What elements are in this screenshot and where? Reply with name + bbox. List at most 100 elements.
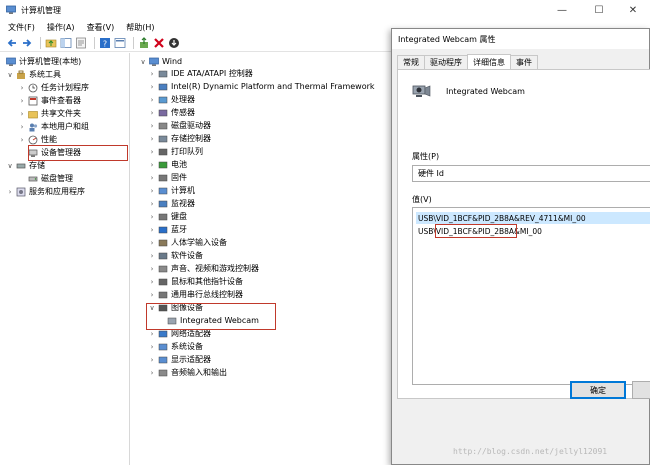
chevron-right-icon[interactable]: › xyxy=(148,122,156,130)
menu-action[interactable]: 操作(A) xyxy=(47,22,75,33)
device-category[interactable]: › 人体学输入设备 xyxy=(148,236,227,249)
storage-icon xyxy=(16,163,26,168)
show-hide-tree-icon[interactable] xyxy=(60,37,72,49)
chevron-right-icon[interactable]: › xyxy=(148,356,156,364)
device-category[interactable]: › Intel(R) Dynamic Platform and Thermal F… xyxy=(148,80,375,93)
chevron-right-icon[interactable]: › xyxy=(148,343,156,351)
chevron-right-icon[interactable]: › xyxy=(148,265,156,273)
device-category[interactable]: › 电池 xyxy=(148,158,187,171)
properties-icon[interactable] xyxy=(75,37,87,49)
chevron-right-icon[interactable]: › xyxy=(148,200,156,208)
close-button[interactable]: ✕ xyxy=(616,0,650,20)
tree-item-local-users-groups[interactable]: › 本地用户和组 xyxy=(18,120,89,133)
scan-download-icon[interactable] xyxy=(168,37,180,49)
tree-item-event-viewer[interactable]: › 事件查看器 xyxy=(18,94,81,107)
cancel-button-partial[interactable] xyxy=(632,381,650,399)
chevron-down-icon[interactable]: ∨ xyxy=(6,71,14,79)
chevron-right-icon[interactable]: › xyxy=(148,330,156,338)
tab-driver[interactable]: 驱动程序 xyxy=(424,55,468,69)
chevron-right-icon[interactable]: › xyxy=(148,135,156,143)
forward-arrow-icon[interactable] xyxy=(21,37,33,49)
chevron-right-icon[interactable]: › xyxy=(148,252,156,260)
performance-icon xyxy=(28,135,38,144)
tree-item-system-tools[interactable]: ∨ 系统工具 xyxy=(6,68,61,81)
computer-management-icon xyxy=(6,57,16,66)
menu-file[interactable]: 文件(F) xyxy=(8,22,35,33)
device-category[interactable]: › 打印队列 xyxy=(148,145,203,158)
maximize-button[interactable]: ☐ xyxy=(582,0,616,20)
services-icon xyxy=(16,187,26,196)
chevron-down-icon[interactable]: ∨ xyxy=(139,58,147,66)
chevron-right-icon[interactable]: › xyxy=(148,83,156,91)
chevron-right-icon[interactable]: › xyxy=(148,226,156,234)
tree-item-shared-folders[interactable]: › 共享文件夹 xyxy=(18,107,81,120)
tree-item-disk-management[interactable]: 磁盘管理 xyxy=(28,172,73,185)
disk-icon xyxy=(28,176,38,181)
view-icon[interactable] xyxy=(114,37,126,49)
property-select[interactable]: 硬件 Id xyxy=(412,165,650,182)
uninstall-icon[interactable] xyxy=(153,37,165,49)
chevron-right-icon[interactable]: › xyxy=(18,136,26,144)
chevron-right-icon[interactable]: › xyxy=(148,369,156,377)
device-category[interactable]: › IDE ATA/ATAPI 控制器 xyxy=(148,67,253,80)
chevron-right-icon[interactable]: › xyxy=(148,187,156,195)
back-arrow-icon[interactable] xyxy=(6,37,18,49)
device-category[interactable]: › 鼠标和其他指针设备 xyxy=(148,275,243,288)
chevron-right-icon[interactable]: › xyxy=(18,110,26,118)
chevron-right-icon[interactable]: › xyxy=(148,213,156,221)
device-category[interactable]: › 处理器 xyxy=(148,93,195,106)
chevron-right-icon[interactable]: › xyxy=(18,97,26,105)
up-folder-icon[interactable] xyxy=(45,37,57,49)
tree-item-task-scheduler[interactable]: › 任务计划程序 xyxy=(18,81,89,94)
highlight-vid-pid xyxy=(435,224,517,238)
device-category[interactable]: › 监视器 xyxy=(148,197,195,210)
ok-button[interactable]: 确定 xyxy=(570,381,626,399)
device-category[interactable]: › 系统设备 xyxy=(148,340,203,353)
device-category[interactable]: › 蓝牙 xyxy=(148,223,187,236)
chevron-right-icon[interactable]: › xyxy=(18,84,26,92)
device-category[interactable]: › 声音、视频和游戏控制器 xyxy=(148,262,259,275)
chevron-right-icon[interactable]: › xyxy=(148,96,156,104)
device-category[interactable]: › 存储控制器 xyxy=(148,132,211,145)
chevron-down-icon[interactable]: ∨ xyxy=(6,162,14,170)
device-category[interactable]: › 计算机 xyxy=(148,184,195,197)
device-category[interactable]: › 音频输入和输出 xyxy=(148,366,227,379)
menu-help[interactable]: 帮助(H) xyxy=(126,22,154,33)
value-item-hardware-id-full[interactable]: USB\VID_1BCF&PID_2B8A&REV_4711&MI_00 xyxy=(416,212,650,224)
window-title: 计算机管理 xyxy=(21,5,61,15)
tree-item-services-apps[interactable]: › 服务和应用程序 xyxy=(6,185,85,198)
chevron-right-icon[interactable]: › xyxy=(18,123,26,131)
device-category-icon xyxy=(158,83,168,90)
update-driver-icon[interactable] xyxy=(138,37,150,49)
device-category[interactable]: › 传感器 xyxy=(148,106,195,119)
chevron-right-icon[interactable]: › xyxy=(148,70,156,78)
chevron-right-icon[interactable]: › xyxy=(148,148,156,156)
device-category[interactable]: › 显示适配器 xyxy=(148,353,211,366)
chevron-right-icon[interactable]: › xyxy=(148,291,156,299)
tab-general[interactable]: 常规 xyxy=(397,55,425,69)
menu-view[interactable]: 查看(V) xyxy=(87,22,115,33)
device-category[interactable]: › 固件 xyxy=(148,171,187,184)
value-label: 值(V) xyxy=(412,195,432,204)
watermark: http://blog.csdn.net/jellyl12091 xyxy=(453,447,608,456)
tab-details[interactable]: 详细信息 xyxy=(467,54,511,69)
clock-icon xyxy=(28,83,38,92)
device-category[interactable]: › 键盘 xyxy=(148,210,187,223)
chevron-right-icon[interactable]: › xyxy=(148,174,156,182)
minimize-button[interactable]: — xyxy=(545,0,579,20)
device-category[interactable]: › 通用串行总线控制器 xyxy=(148,288,243,301)
chevron-right-icon[interactable]: › xyxy=(148,161,156,169)
chevron-right-icon[interactable]: › xyxy=(148,278,156,286)
tab-events[interactable]: 事件 xyxy=(510,55,538,69)
device-category[interactable]: › 软件设备 xyxy=(148,249,203,262)
event-log-icon xyxy=(28,96,38,105)
device-category-icon xyxy=(158,109,168,116)
chevron-right-icon[interactable]: › xyxy=(148,109,156,117)
chevron-right-icon[interactable]: › xyxy=(148,239,156,247)
device-category-icon xyxy=(158,70,168,77)
device-category-icon xyxy=(158,135,168,142)
tree-item-computer-management[interactable]: 计算机管理(本地) xyxy=(6,55,81,68)
chevron-right-icon[interactable]: › xyxy=(6,188,14,196)
device-category[interactable]: › 磁盘驱动器 xyxy=(148,119,211,132)
help-icon[interactable]: ? xyxy=(99,37,111,49)
